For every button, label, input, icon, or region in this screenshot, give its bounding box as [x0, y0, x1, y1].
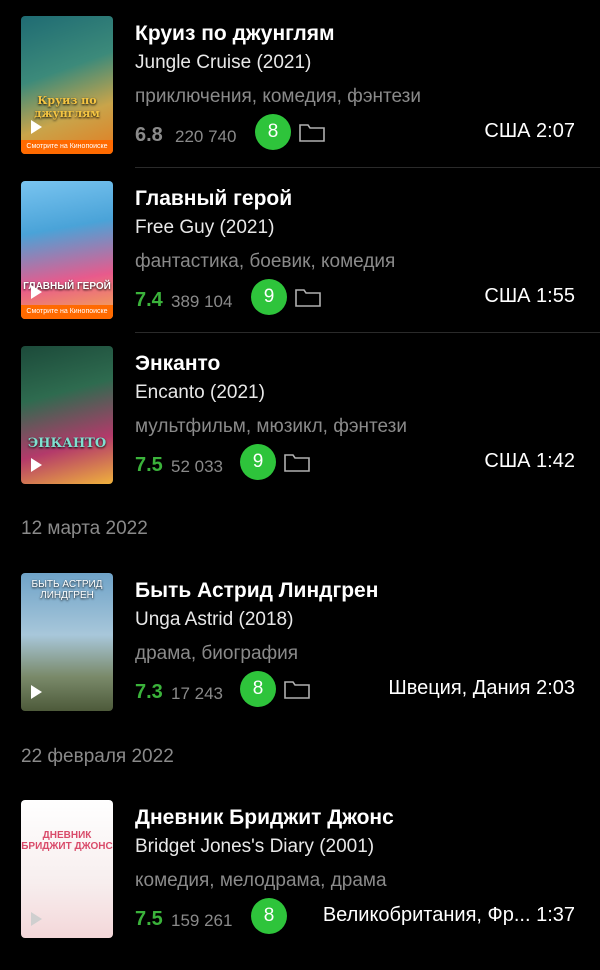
- film-title[interactable]: Дневник Бриджит Джонс: [135, 806, 394, 830]
- film-rating: 7.4: [135, 289, 163, 311]
- date-header: 22 февраля 2022: [21, 746, 174, 767]
- my-vote-badge[interactable]: 8: [251, 898, 287, 934]
- film-country-duration: США 1:55: [484, 285, 575, 307]
- film-genres: мультфильм, мюзикл, фэнтези: [135, 416, 408, 437]
- film-country-duration: США 1:42: [484, 450, 575, 472]
- film-votes-count: 17 243: [171, 684, 223, 703]
- my-vote-badge[interactable]: 9: [240, 444, 276, 480]
- my-vote-badge[interactable]: 8: [255, 114, 291, 150]
- poster-title: ЭНКАНТО: [27, 436, 107, 451]
- film-item[interactable]: ГЛАВНЫЙ ГЕРОЙ Смотрите на Кинопоиске Гла…: [0, 168, 600, 333]
- film-item[interactable]: Круиз по джунглям Смотрите на Кинопоиске…: [0, 0, 600, 168]
- film-rating: 7.5: [135, 908, 163, 930]
- film-genres: комедия, мелодрама, драма: [135, 870, 387, 891]
- film-original-title: Unga Astrid (2018): [135, 609, 294, 630]
- film-genres: фантастика, боевик, комедия: [135, 251, 396, 272]
- poster-caption: Смотрите на Кинопоиске: [21, 305, 113, 319]
- film-votes-count: 389 104: [171, 292, 233, 311]
- film-country-duration: Великобритания, Фр... 1:37: [322, 904, 575, 926]
- film-item[interactable]: ЭНКАНТО Энканто Encanto (2021) мультфиль…: [0, 333, 600, 498]
- film-poster[interactable]: ГЛАВНЫЙ ГЕРОЙ Смотрите на Кинопоиске: [21, 181, 113, 319]
- poster-title: ДНЕВНИК БРИДЖИТ ДЖОНС: [21, 830, 113, 852]
- poster-title: Круиз по джунглям: [34, 94, 100, 120]
- date-header: 12 марта 2022: [21, 518, 148, 539]
- film-title[interactable]: Энканто: [135, 352, 220, 376]
- folder-icon[interactable]: [295, 287, 321, 307]
- film-original-title: Jungle Cruise (2021): [135, 52, 312, 73]
- film-poster[interactable]: ЭНКАНТО: [21, 346, 113, 484]
- film-votes-count: 159 261: [171, 911, 233, 930]
- film-poster[interactable]: ДНЕВНИК БРИДЖИТ ДЖОНС: [21, 800, 113, 938]
- poster-title: БЫТЬ АСТРИД ЛИНДГРЕН: [31, 579, 103, 601]
- film-rating: 7.3: [135, 681, 163, 703]
- film-original-title: Bridget Jones's Diary (2001): [135, 836, 375, 857]
- film-item[interactable]: БЫТЬ АСТРИД ЛИНДГРЕН Быть Астрид Линдгре…: [0, 560, 600, 725]
- film-rating: 6.8: [135, 124, 163, 146]
- film-votes-count: 220 740: [175, 127, 237, 146]
- play-icon[interactable]: [31, 912, 42, 926]
- film-original-title: Free Guy (2021): [135, 217, 275, 238]
- film-title[interactable]: Главный герой: [135, 187, 292, 211]
- film-title[interactable]: Круиз по джунглям: [135, 22, 335, 46]
- my-vote-badge[interactable]: 8: [240, 671, 276, 707]
- film-votes-count: 52 033: [171, 457, 223, 476]
- play-icon[interactable]: [31, 120, 42, 134]
- folder-icon[interactable]: [299, 122, 325, 142]
- film-poster[interactable]: Круиз по джунглям Смотрите на Кинопоиске: [21, 16, 113, 154]
- folder-icon[interactable]: [284, 679, 310, 699]
- folder-icon[interactable]: [284, 452, 310, 472]
- play-icon[interactable]: [31, 458, 42, 472]
- film-genres: драма, биография: [135, 643, 299, 664]
- film-original-title: Encanto (2021): [135, 382, 265, 403]
- my-vote-badge[interactable]: 9: [251, 279, 287, 315]
- play-icon[interactable]: [31, 685, 42, 699]
- film-title[interactable]: Быть Астрид Линдгрен: [135, 579, 378, 603]
- play-icon[interactable]: [31, 285, 42, 299]
- film-item[interactable]: ДНЕВНИК БРИДЖИТ ДЖОНС Дневник Бриджит Дж…: [0, 787, 600, 952]
- film-rating: 7.5: [135, 454, 163, 476]
- film-genres: приключения, комедия, фэнтези: [135, 86, 421, 107]
- film-country-duration: США 2:07: [484, 120, 575, 142]
- poster-caption: Смотрите на Кинопоиске: [21, 140, 113, 154]
- film-poster[interactable]: БЫТЬ АСТРИД ЛИНДГРЕН: [21, 573, 113, 711]
- film-country-duration: Швеция, Дания 2:03: [388, 677, 575, 699]
